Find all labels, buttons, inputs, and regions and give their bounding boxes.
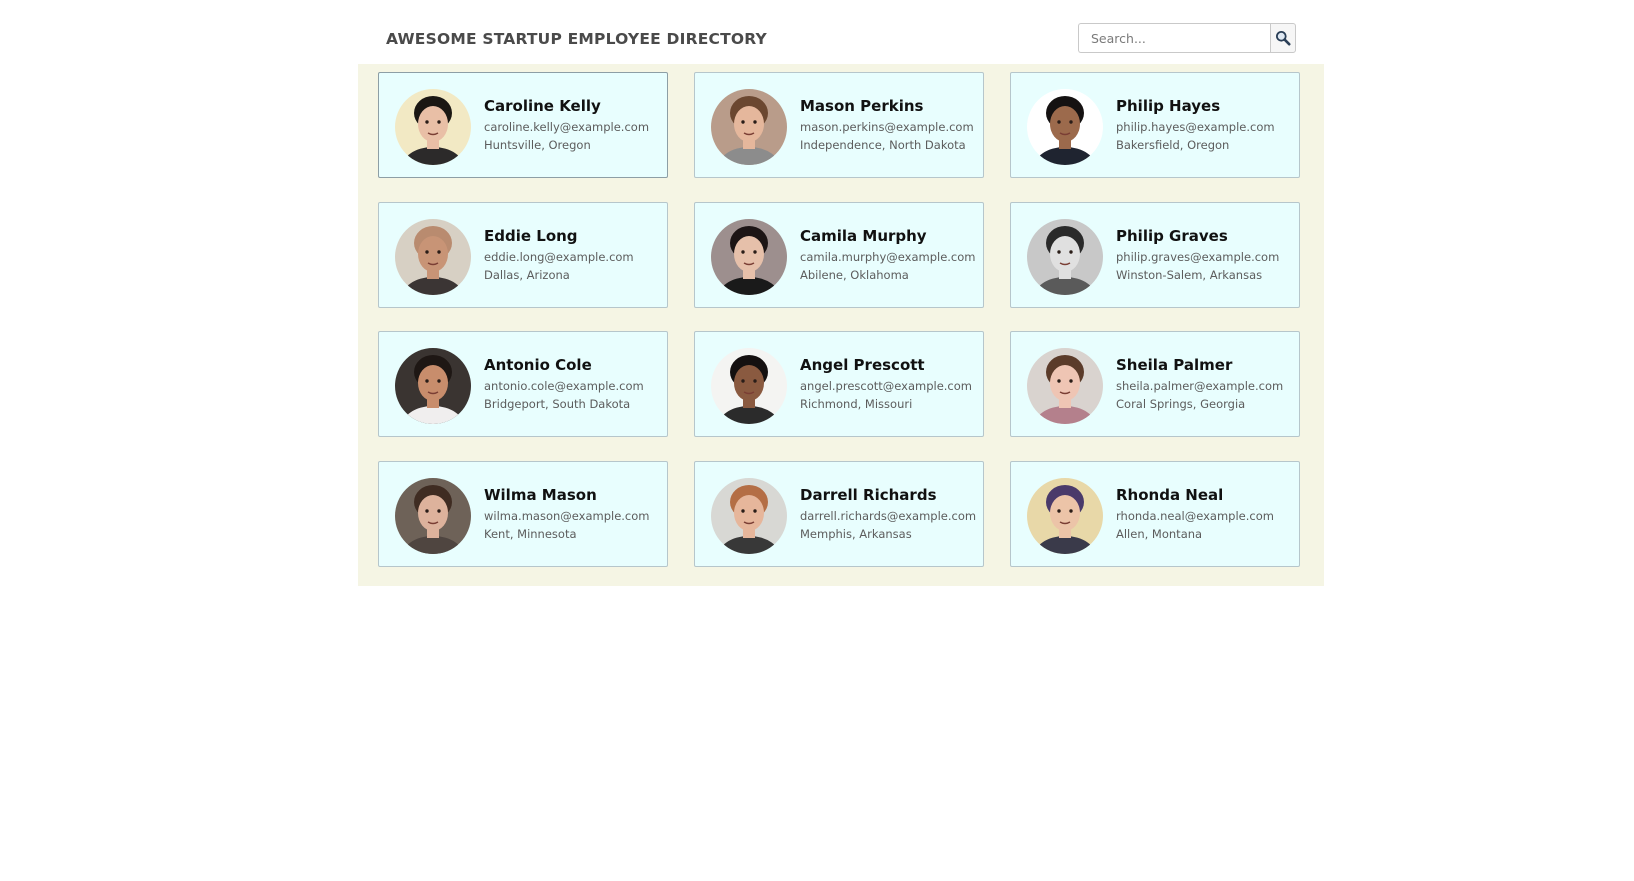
person-photo-icon <box>1027 478 1103 554</box>
employee-email: rhonda.neal@example.com <box>1116 509 1274 523</box>
employee-email: darrell.richards@example.com <box>800 509 977 523</box>
employee-card[interactable]: Angel Prescott angel.prescott@example.com… <box>694 331 984 437</box>
employee-location: Independence, North Dakota <box>800 138 966 152</box>
employee-info: Mason Perkins mason.perkins@example.com In… <box>800 97 977 152</box>
page-title: AWESOME STARTUP EMPLOYEE DIRECTORY <box>386 30 767 48</box>
employee-location: Huntsville, Oregon <box>484 138 591 152</box>
employee-card[interactable]: Mason Perkins mason.perkins@example.com In… <box>694 72 984 178</box>
person-photo-icon <box>711 478 787 554</box>
person-photo-icon <box>711 219 787 295</box>
search-button[interactable] <box>1270 23 1296 53</box>
person-photo-icon <box>395 89 471 165</box>
employee-card[interactable]: Sheila Palmer sheila.palmer@example.com Co… <box>1010 331 1300 437</box>
employee-email: philip.graves@example.com <box>1116 250 1280 264</box>
person-photo-icon <box>711 89 787 165</box>
employee-name: Caroline Kelly <box>484 97 601 115</box>
employee-email: mason.perkins@example.com <box>800 120 974 134</box>
employee-email: sheila.palmer@example.com <box>1116 379 1284 393</box>
employee-card[interactable]: Caroline Kelly caroline.kelly@example.com… <box>378 72 668 178</box>
employee-email: angel.prescott@example.com <box>800 379 972 393</box>
employee-location: Kent, Minnesota <box>484 527 577 541</box>
employee-info: Wilma Mason wilma.mason@example.com Kent, … <box>484 486 661 541</box>
employee-location: Bakersfield, Oregon <box>1116 138 1230 152</box>
employee-name: Mason Perkins <box>800 97 924 115</box>
employee-card[interactable]: Eddie Long eddie.long@example.com Dallas, … <box>378 202 668 308</box>
person-photo-icon <box>395 348 471 424</box>
employee-name: Rhonda Neal <box>1116 486 1224 504</box>
employee-info: Camila Murphy camila.murphy@example.com Ab… <box>800 227 977 282</box>
employee-name: Philip Graves <box>1116 227 1228 245</box>
employee-card[interactable]: Philip Hayes philip.hayes@example.com Bake… <box>1010 72 1300 178</box>
person-photo-icon <box>1027 348 1103 424</box>
avatar <box>711 219 787 295</box>
employee-name: Sheila Palmer <box>1116 356 1233 374</box>
employee-info: Philip Graves philip.graves@example.com Wi… <box>1116 227 1293 282</box>
header: AWESOME STARTUP EMPLOYEE DIRECTORY <box>358 20 1303 64</box>
employee-card[interactable]: Rhonda Neal rhonda.neal@example.com Allen,… <box>1010 461 1300 567</box>
employee-info: Antonio Cole antonio.cole@example.com Brid… <box>484 356 661 411</box>
employee-card[interactable]: Wilma Mason wilma.mason@example.com Kent, … <box>378 461 668 567</box>
employee-name: Darrell Richards <box>800 486 937 504</box>
employee-location: Richmond, Missouri <box>800 397 913 411</box>
employee-name: Camila Murphy <box>800 227 927 245</box>
person-photo-icon <box>711 348 787 424</box>
magnifier-icon <box>1276 31 1291 46</box>
person-photo-icon <box>1027 89 1103 165</box>
employee-info: Angel Prescott angel.prescott@example.com… <box>800 356 977 411</box>
employee-info: Caroline Kelly caroline.kelly@example.com… <box>484 97 661 152</box>
avatar <box>1027 478 1103 554</box>
employee-name: Eddie Long <box>484 227 578 245</box>
avatar <box>1027 219 1103 295</box>
employee-email: antonio.cole@example.com <box>484 379 644 393</box>
employee-info: Sheila Palmer sheila.palmer@example.com Co… <box>1116 356 1293 411</box>
person-photo-icon <box>1027 219 1103 295</box>
employee-location: Allen, Montana <box>1116 527 1203 541</box>
avatar <box>395 219 471 295</box>
employee-email: camila.murphy@example.com <box>800 250 976 264</box>
avatar <box>711 478 787 554</box>
employee-location: Dallas, Arizona <box>484 268 570 282</box>
employee-info: Darrell Richards darrell.richards@example… <box>800 486 977 541</box>
avatar <box>395 478 471 554</box>
person-photo-icon <box>395 478 471 554</box>
employee-name: Antonio Cole <box>484 356 592 374</box>
search-input[interactable] <box>1078 23 1270 53</box>
employee-name: Angel Prescott <box>800 356 925 374</box>
employee-info: Rhonda Neal rhonda.neal@example.com Allen,… <box>1116 486 1293 541</box>
avatar <box>711 348 787 424</box>
employee-location: Abilene, Oklahoma <box>800 268 909 282</box>
avatar <box>395 89 471 165</box>
search-form <box>1078 23 1296 53</box>
person-photo-icon <box>395 219 471 295</box>
employee-location: Bridgeport, South Dakota <box>484 397 631 411</box>
employee-email: eddie.long@example.com <box>484 250 634 264</box>
page: AWESOME STARTUP EMPLOYEE DIRECTORY Carol… <box>0 0 1634 881</box>
employee-card[interactable]: Camila Murphy camila.murphy@example.com Ab… <box>694 202 984 308</box>
employee-email: wilma.mason@example.com <box>484 509 650 523</box>
employee-location: Coral Springs, Georgia <box>1116 397 1246 411</box>
employee-name: Wilma Mason <box>484 486 597 504</box>
employee-location: Memphis, Arkansas <box>800 527 912 541</box>
employee-card[interactable]: Darrell Richards darrell.richards@example… <box>694 461 984 567</box>
avatar <box>395 348 471 424</box>
employee-info: Philip Hayes philip.hayes@example.com Bake… <box>1116 97 1293 152</box>
avatar <box>1027 89 1103 165</box>
employee-info: Eddie Long eddie.long@example.com Dallas, … <box>484 227 661 282</box>
avatar <box>711 89 787 165</box>
employee-location: Winston-Salem, Arkansas <box>1116 268 1263 282</box>
employee-name: Philip Hayes <box>1116 97 1221 115</box>
avatar <box>1027 348 1103 424</box>
employee-gallery: Caroline Kelly caroline.kelly@example.com… <box>358 64 1324 586</box>
employee-email: caroline.kelly@example.com <box>484 120 650 134</box>
employee-card[interactable]: Philip Graves philip.graves@example.com Wi… <box>1010 202 1300 308</box>
employee-card[interactable]: Antonio Cole antonio.cole@example.com Brid… <box>378 331 668 437</box>
employee-email: philip.hayes@example.com <box>1116 120 1275 134</box>
